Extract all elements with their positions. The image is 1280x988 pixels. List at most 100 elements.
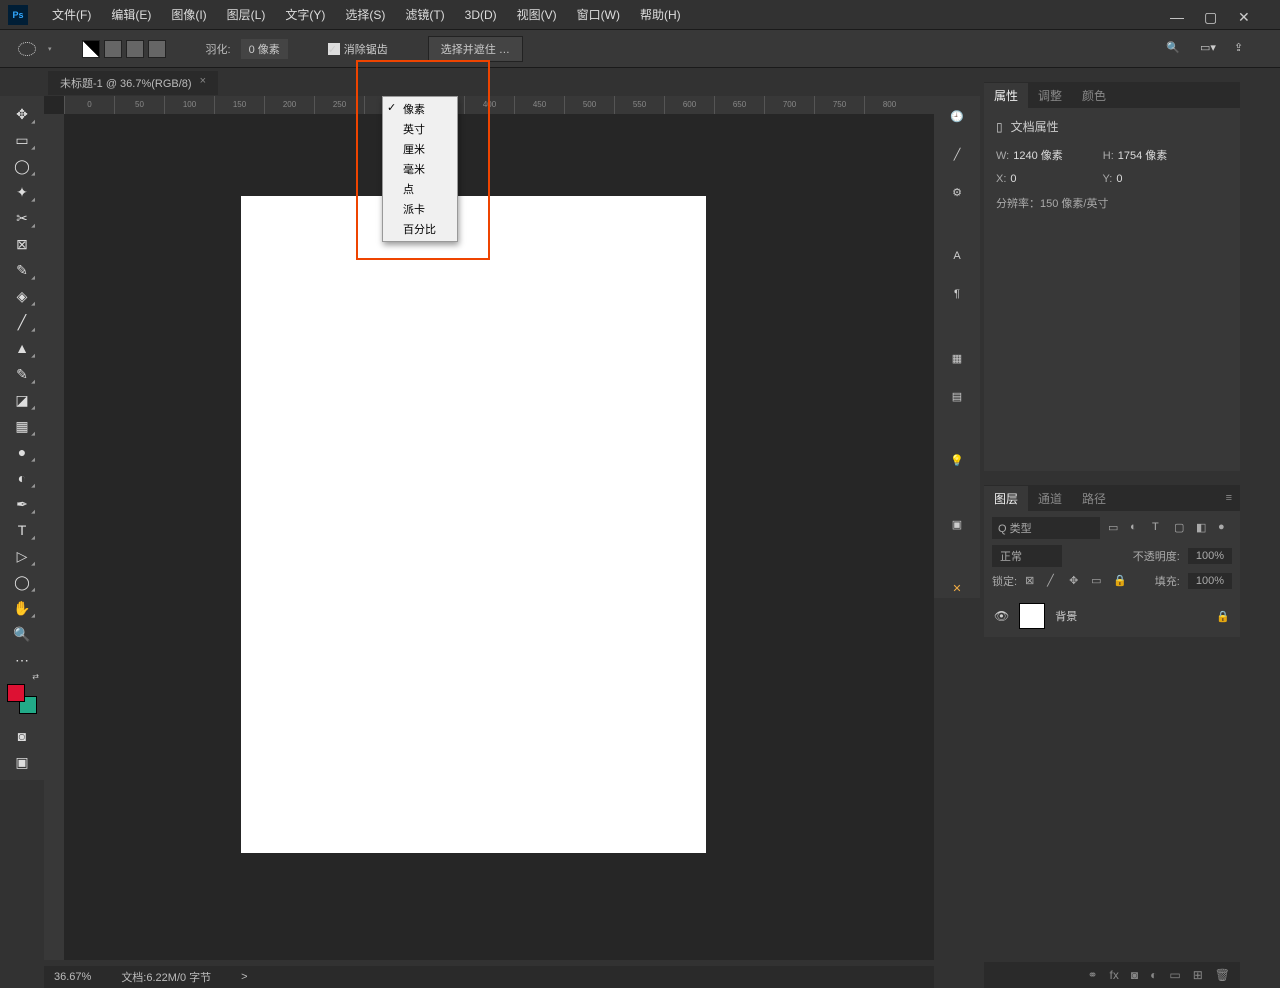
lock-position-icon[interactable]: ✥: [1069, 574, 1083, 588]
unit-mm[interactable]: 毫米: [383, 159, 457, 179]
path-select-tool[interactable]: ▷◢: [8, 544, 36, 568]
layer-thumbnail[interactable]: [1019, 603, 1045, 629]
wand-tool[interactable]: ✦◢: [8, 180, 36, 204]
new-layer-icon[interactable]: ⊞: [1193, 968, 1203, 982]
search-icon[interactable]: 🔍: [1166, 41, 1182, 57]
info-icon[interactable]: ▣: [947, 514, 967, 534]
menu-image[interactable]: 图像(I): [161, 6, 216, 23]
hand-tool[interactable]: ✋◢: [8, 596, 36, 620]
lasso-tool-icon[interactable]: [18, 42, 36, 56]
unit-pixels[interactable]: 像素: [383, 99, 457, 119]
lock-pixels-icon[interactable]: ╱: [1047, 574, 1061, 588]
ruler-vertical[interactable]: [44, 114, 64, 960]
tool-dropdown-icon[interactable]: ▾: [48, 45, 52, 53]
filter-smart-icon[interactable]: ◧: [1196, 521, 1210, 535]
tab-channels[interactable]: 通道: [1028, 486, 1072, 511]
selection-new-icon[interactable]: [82, 40, 100, 58]
filter-toggle-icon[interactable]: ●: [1218, 521, 1232, 535]
swatches-icon[interactable]: ▦: [947, 348, 967, 368]
resolution-value[interactable]: 分辨率：150 像素/英寸: [996, 195, 1108, 211]
screenmode-tool[interactable]: ▣: [8, 750, 36, 774]
blur-tool[interactable]: ●◢: [8, 440, 36, 464]
panel-menu-icon[interactable]: ≡: [1226, 492, 1240, 504]
color-swatches[interactable]: ⇄: [7, 684, 37, 714]
filter-shape-icon[interactable]: ▢: [1174, 521, 1188, 535]
more-tools[interactable]: ⋯: [8, 648, 36, 672]
crop-tool[interactable]: ✂◢: [8, 206, 36, 230]
zoom-tool[interactable]: 🔍: [8, 622, 36, 646]
pen-tool[interactable]: ✒◢: [8, 492, 36, 516]
layer-style-icon[interactable]: fx: [1110, 968, 1119, 982]
document-tab[interactable]: 未标题-1 @ 36.7%(RGB/8) ×: [48, 71, 218, 95]
tab-adjustments[interactable]: 调整: [1028, 83, 1072, 108]
eyedropper-tool[interactable]: ✎◢: [8, 258, 36, 282]
history-brush-tool[interactable]: ✎◢: [8, 362, 36, 386]
filter-image-icon[interactable]: ▭: [1108, 521, 1122, 535]
tab-layers[interactable]: 图层: [984, 486, 1028, 511]
selection-add-icon[interactable]: [104, 40, 122, 58]
unit-percent[interactable]: 百分比: [383, 219, 457, 239]
selection-intersect-icon[interactable]: [148, 40, 166, 58]
tab-properties[interactable]: 属性: [984, 83, 1028, 108]
delete-layer-icon[interactable]: 🗑: [1215, 968, 1230, 982]
unit-picas[interactable]: 派卡: [383, 199, 457, 219]
paragraph-icon[interactable]: ¶: [947, 284, 967, 304]
layer-mask-icon[interactable]: ◙: [1131, 968, 1138, 982]
adjustment-icon[interactable]: ⚙: [947, 182, 967, 202]
menu-file[interactable]: 文件(F): [42, 6, 101, 23]
unit-cm[interactable]: 厘米: [383, 139, 457, 159]
brush-tool[interactable]: ╱◢: [8, 310, 36, 334]
character-icon[interactable]: A: [947, 246, 967, 266]
libraries-icon[interactable]: ▤: [947, 386, 967, 406]
close-dock-icon[interactable]: ✕: [947, 578, 967, 598]
lock-artboard-icon[interactable]: ▭: [1091, 574, 1105, 588]
canvas[interactable]: [241, 196, 706, 853]
share-icon[interactable]: ⇪: [1234, 41, 1250, 57]
stamp-tool[interactable]: ▲◢: [8, 336, 36, 360]
minimize-button[interactable]: —: [1170, 9, 1182, 21]
frame-tool[interactable]: ⊠: [8, 232, 36, 256]
layer-filter[interactable]: Q 类型: [992, 517, 1100, 539]
brush-panel-icon[interactable]: ╱: [947, 144, 967, 164]
layer-item[interactable]: 👁 背景 🔒: [984, 595, 1240, 637]
menu-layer[interactable]: 图层(L): [217, 6, 276, 23]
selection-subtract-icon[interactable]: [126, 40, 144, 58]
tips-icon[interactable]: 💡: [947, 450, 967, 470]
close-button[interactable]: ✕: [1238, 9, 1250, 21]
visibility-icon[interactable]: 👁: [994, 609, 1009, 623]
menu-view[interactable]: 视图(V): [507, 6, 567, 23]
dodge-tool[interactable]: ◐◢: [8, 466, 36, 490]
opacity-input[interactable]: 100%: [1188, 548, 1232, 564]
group-icon[interactable]: ▭: [1169, 968, 1180, 982]
gradient-tool[interactable]: ▦◢: [8, 414, 36, 438]
history-icon[interactable]: 🕘: [947, 106, 967, 126]
menu-edit[interactable]: 编辑(E): [101, 6, 161, 23]
x-value[interactable]: 0: [1010, 173, 1016, 185]
feather-input[interactable]: 0 像素: [241, 39, 288, 59]
filter-adjust-icon[interactable]: ◐: [1130, 521, 1144, 535]
fill-input[interactable]: 100%: [1188, 573, 1232, 589]
menu-select[interactable]: 选择(S): [335, 6, 395, 23]
move-tool[interactable]: ✥◢: [8, 102, 36, 126]
filter-type-icon[interactable]: T: [1152, 521, 1166, 535]
workspace-icon[interactable]: ▭▾: [1200, 41, 1216, 57]
unit-inches[interactable]: 英寸: [383, 119, 457, 139]
lock-all-icon[interactable]: ⊠: [1025, 574, 1039, 588]
menu-window[interactable]: 窗口(W): [567, 6, 630, 23]
lock-icon[interactable]: 🔒: [1113, 574, 1127, 588]
height-value[interactable]: 1754 像素: [1118, 147, 1168, 163]
layer-lock-icon[interactable]: 🔒: [1216, 610, 1230, 623]
quickmask-tool[interactable]: ◙: [8, 724, 36, 748]
marquee-tool[interactable]: ▭◢: [8, 128, 36, 152]
unit-points[interactable]: 点: [383, 179, 457, 199]
antialias-checkbox[interactable]: ✓ 消除锯齿: [328, 41, 388, 57]
blend-mode-select[interactable]: 正常: [992, 545, 1062, 567]
heal-tool[interactable]: ◈◢: [8, 284, 36, 308]
shape-tool[interactable]: ◯◢: [8, 570, 36, 594]
tab-paths[interactable]: 路径: [1072, 486, 1116, 511]
menu-filter[interactable]: 滤镜(T): [395, 6, 454, 23]
width-value[interactable]: 1240 像素: [1013, 147, 1063, 163]
adjustment-layer-icon[interactable]: ◐: [1150, 968, 1157, 982]
link-layers-icon[interactable]: ⚭: [1087, 968, 1097, 982]
foreground-color[interactable]: [7, 684, 25, 702]
